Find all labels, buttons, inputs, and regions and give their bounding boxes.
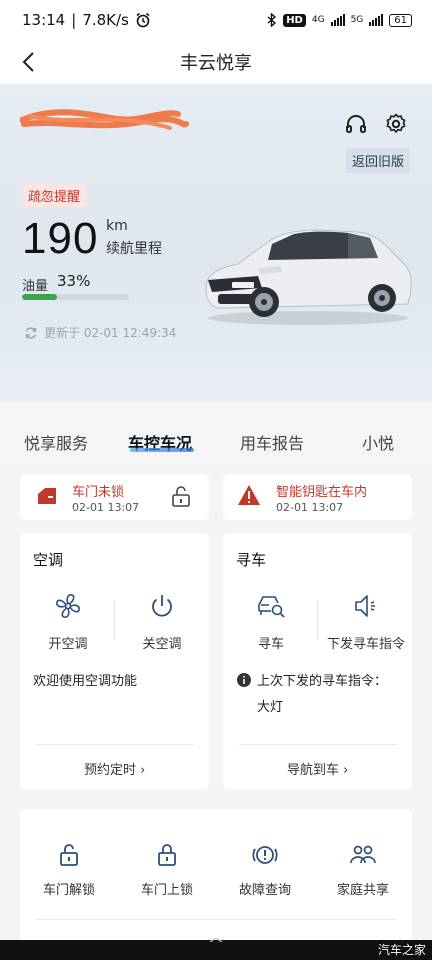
schedule-timer-link[interactable]: 预约定时 › bbox=[84, 759, 145, 778]
divider bbox=[317, 600, 318, 640]
status-bar: 13:14 | 7.8K/s HD 4G 5G 61 bbox=[0, 0, 432, 40]
ac-card: 空调 开空调 关空调 欢迎使用空调功能 预约定时 › bbox=[20, 533, 209, 789]
alert-card-key[interactable]: 智能钥匙在车内 02-01 13:07 bbox=[223, 474, 412, 520]
refresh-icon bbox=[25, 326, 37, 339]
send-find-command-button[interactable]: 下发寻车指令 bbox=[323, 591, 409, 652]
old-version-button[interactable]: 返回旧版 bbox=[345, 148, 410, 173]
divider bbox=[239, 744, 397, 745]
fault-query-button[interactable]: 故障查询 bbox=[226, 843, 304, 898]
active-tab-indicator bbox=[130, 448, 194, 452]
lock-door-button[interactable]: 车门上锁 bbox=[128, 843, 206, 898]
unlock-door-label: 车门解锁 bbox=[42, 883, 95, 898]
hd-badge: HD bbox=[283, 13, 306, 27]
range-value: 190 bbox=[22, 214, 99, 263]
family-icon bbox=[350, 845, 376, 864]
car-image bbox=[205, 229, 412, 325]
signal-icon bbox=[369, 14, 384, 26]
ac-on-label: 开空调 bbox=[48, 637, 88, 652]
fuel-bar-fill bbox=[22, 294, 58, 300]
family-share-label: 家庭共享 bbox=[336, 883, 389, 898]
network-4g: 4G bbox=[311, 15, 325, 25]
tab-assistant[interactable]: 小悦 bbox=[362, 430, 394, 454]
battery-icon: 61 bbox=[389, 13, 412, 27]
fan-icon bbox=[56, 594, 80, 618]
alarm-icon bbox=[136, 12, 150, 28]
fuel-bar bbox=[22, 294, 129, 300]
alert-time: 02-01 13:07 bbox=[72, 501, 140, 514]
alert-card-door[interactable]: 车门未锁 02-01 13:07 bbox=[20, 474, 209, 520]
network-5g: 5G bbox=[350, 15, 364, 25]
divider bbox=[114, 600, 115, 640]
find-car-card: 寻车 寻车 下发寻车指令 上次下发的寻车指令： 大灯 导航到车 › bbox=[223, 533, 412, 789]
info-icon bbox=[237, 672, 251, 687]
updated-text: 更新于 02-01 12:49:34 bbox=[44, 326, 177, 340]
tab-bar: 悦享服务 车控车况 用车报告 小悦 bbox=[0, 402, 432, 466]
back-button[interactable] bbox=[12, 46, 44, 78]
vehicle-hero: 返回旧版 疏忽提醒 190 km 续航里程 油量 33% 更新于 02-01 1… bbox=[0, 84, 432, 402]
status-speed: 7.8K/s bbox=[82, 11, 129, 29]
family-share-button[interactable]: 家庭共享 bbox=[324, 843, 402, 898]
ac-on-button[interactable]: 开空调 bbox=[30, 591, 106, 652]
signal-icon bbox=[330, 14, 345, 26]
fuel-value: 33% bbox=[57, 272, 91, 290]
lock-icon bbox=[158, 844, 176, 866]
warning-icon bbox=[238, 485, 260, 505]
status-time: 13:14 bbox=[22, 11, 66, 29]
tab-services[interactable]: 悦享服务 bbox=[24, 430, 88, 454]
reminder-badge[interactable]: 疏忽提醒 bbox=[22, 184, 87, 207]
range-label: 续航里程 bbox=[106, 241, 162, 257]
headset-icon[interactable] bbox=[344, 112, 368, 136]
redacted-plate bbox=[20, 109, 189, 130]
page-title: 丰云悦享 bbox=[180, 53, 252, 74]
lock-open-icon bbox=[172, 486, 190, 507]
bluetooth-icon bbox=[267, 13, 277, 27]
car-door-icon bbox=[38, 488, 56, 504]
range-unit: km bbox=[106, 218, 128, 234]
car-search-icon bbox=[258, 596, 285, 618]
unlock-door-button[interactable]: 车门解锁 bbox=[30, 843, 108, 898]
find-car-label: 寻车 bbox=[257, 637, 284, 652]
nav-bar: 丰云悦享 bbox=[0, 40, 432, 84]
chevron-left-icon bbox=[22, 52, 34, 72]
ac-off-label: 关空调 bbox=[142, 637, 182, 652]
bottom-strip bbox=[0, 940, 432, 960]
lock-door-label: 车门上锁 bbox=[140, 883, 193, 898]
last-command-info: 上次下发的寻车指令： bbox=[237, 670, 387, 689]
fuel-label: 油量 bbox=[22, 279, 49, 294]
watermark: 汽车之家 bbox=[377, 943, 426, 957]
gear-icon[interactable] bbox=[384, 112, 408, 136]
alert-title: 智能钥匙在车内 bbox=[276, 485, 368, 500]
find-car-title: 寻车 bbox=[236, 551, 267, 569]
divider bbox=[36, 919, 396, 920]
divider bbox=[36, 744, 194, 745]
ac-off-button[interactable]: 关空调 bbox=[124, 591, 200, 652]
send-find-command-label: 下发寻车指令 bbox=[326, 637, 405, 652]
alert-title: 车门未锁 bbox=[72, 485, 125, 500]
ac-welcome-text: 欢迎使用空调功能 bbox=[33, 674, 138, 689]
tab-driving-report[interactable]: 用车报告 bbox=[240, 430, 304, 454]
speaker-icon bbox=[355, 595, 375, 617]
quick-actions-card: 车门解锁 车门上锁 故障查询 家庭共享 bbox=[20, 809, 412, 949]
unlock-icon bbox=[60, 844, 78, 866]
last-command-value: 大灯 bbox=[257, 700, 284, 715]
fault-query-label: 故障查询 bbox=[238, 883, 291, 898]
find-car-button[interactable]: 寻车 bbox=[233, 591, 309, 652]
chevron-up-icon bbox=[209, 938, 223, 942]
ac-card-title: 空调 bbox=[33, 551, 64, 569]
last-command-label: 上次下发的寻车指令： bbox=[257, 674, 388, 689]
alert-time: 02-01 13:07 bbox=[276, 501, 344, 514]
update-status[interactable]: 更新于 02-01 12:49:34 bbox=[24, 324, 176, 341]
navigate-to-car-link[interactable]: 导航到车 › bbox=[287, 759, 348, 778]
fault-icon bbox=[252, 846, 278, 864]
power-icon bbox=[152, 595, 172, 617]
